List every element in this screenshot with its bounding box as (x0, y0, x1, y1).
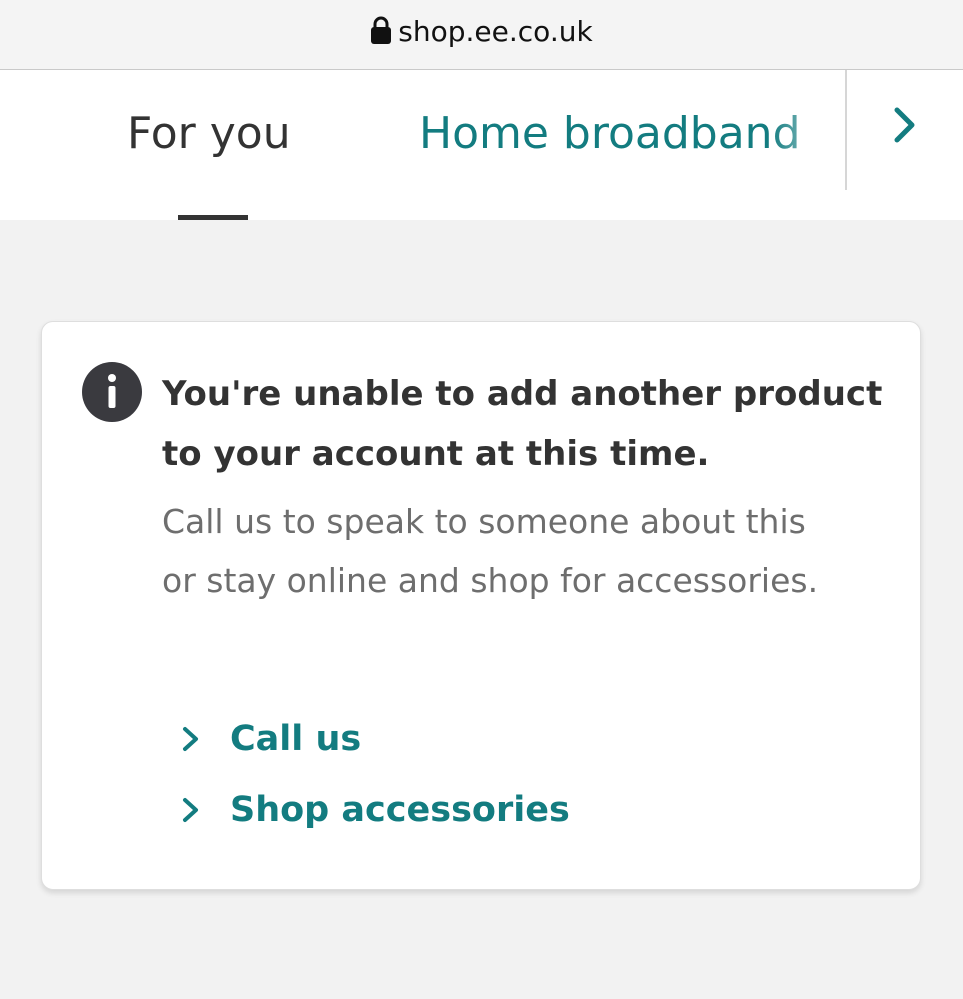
chevron-right-icon (894, 107, 915, 143)
active-tab-indicator (178, 215, 248, 220)
shop-accessories-link[interactable]: Shop accessories (180, 785, 570, 835)
tab-scroll-fade (770, 90, 845, 200)
chevron-right-icon (183, 798, 198, 822)
call-us-label: Call us (230, 719, 362, 759)
notice-card: You're unable to add another product to … (41, 321, 921, 890)
tab-home-broadband[interactable]: Home broadband (419, 106, 824, 162)
lock-icon (371, 16, 392, 44)
notice-body: Call us to speak to someone about this o… (162, 502, 819, 600)
tabs-next-button[interactable] (847, 70, 963, 180)
url-text: shop.ee.co.uk (398, 15, 593, 48)
info-icon (82, 362, 142, 422)
notice-title: You're unable to add another product to … (162, 374, 883, 474)
category-tab-bar: For you Home broadband (0, 70, 963, 220)
tab-for-you[interactable]: For you (127, 106, 291, 162)
shop-accessories-label: Shop accessories (230, 790, 570, 830)
url-display[interactable]: shop.ee.co.uk (0, 14, 963, 50)
chevron-right-icon (183, 727, 198, 751)
call-us-link[interactable]: Call us (180, 714, 361, 764)
browser-url-bar[interactable]: shop.ee.co.uk (0, 0, 963, 70)
